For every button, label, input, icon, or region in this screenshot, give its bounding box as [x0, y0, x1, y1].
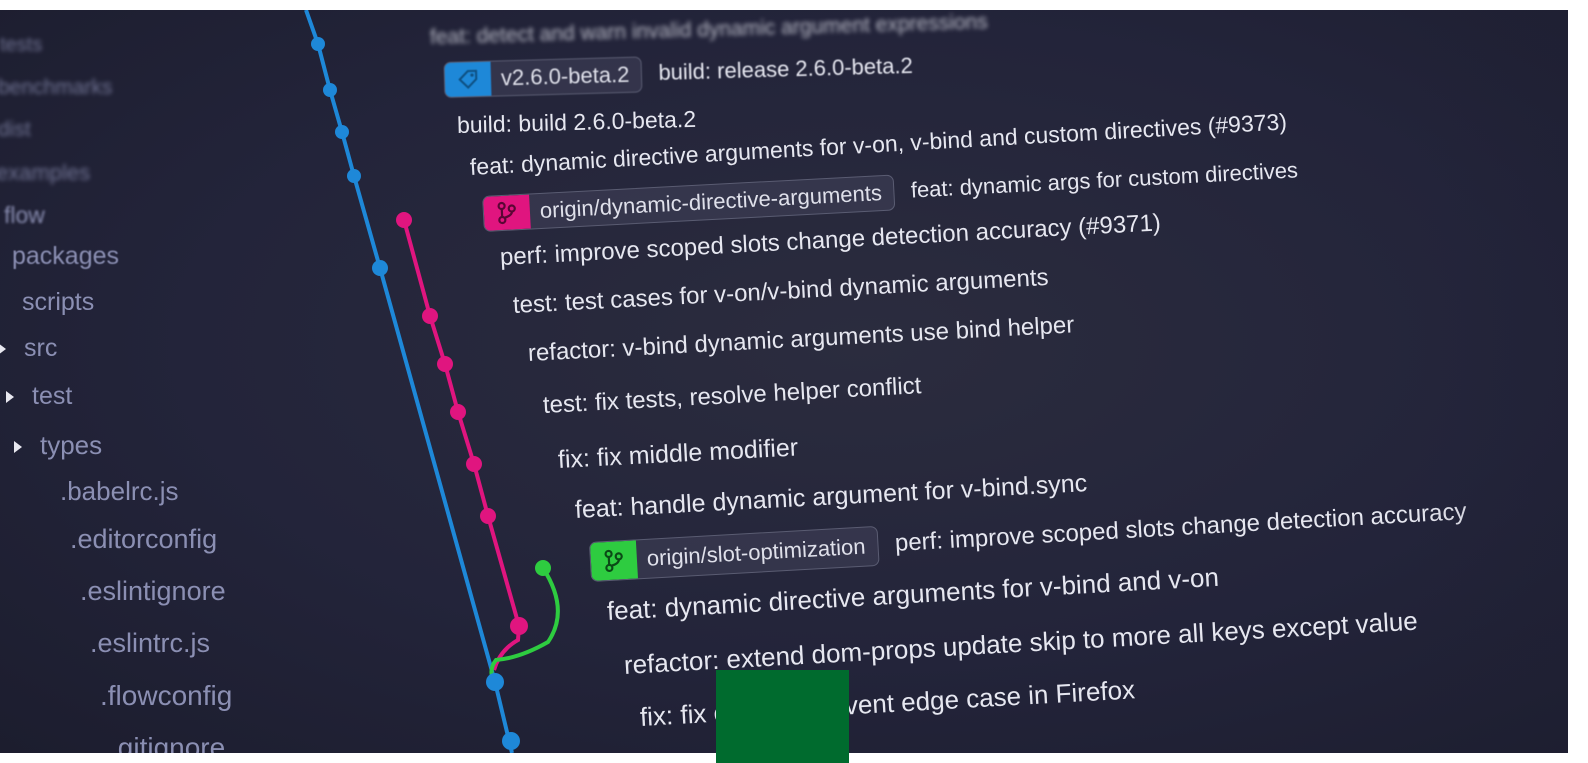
occluding-block — [716, 670, 849, 763]
commit-node[interactable] — [422, 308, 438, 324]
branch-line-dynamic-args — [402, 219, 522, 671]
commit-node[interactable] — [466, 456, 482, 472]
tag-label: v2.6.0-beta.2 — [500, 61, 630, 91]
git-history-view: tests benchmarks dist examples flow pack… — [0, 10, 1568, 753]
git-branch-icon — [483, 194, 531, 231]
tag-icon — [444, 61, 492, 97]
branch-label: origin/slot-optimization — [646, 533, 867, 571]
git-branch-icon — [589, 540, 638, 581]
commit-node[interactable] — [450, 404, 466, 420]
tag-badge[interactable]: v2.6.0-beta.2 — [443, 56, 643, 98]
commit-node[interactable] — [480, 508, 496, 524]
commit-node[interactable] — [372, 260, 388, 276]
commit-node[interactable] — [510, 617, 528, 635]
commit-node[interactable] — [535, 560, 551, 576]
commit-node[interactable] — [347, 169, 361, 183]
commit-node[interactable] — [437, 356, 453, 372]
commit-node[interactable] — [311, 37, 325, 51]
commit-node[interactable] — [396, 212, 412, 228]
commit-node[interactable] — [486, 673, 504, 691]
commit-node[interactable] — [335, 125, 349, 139]
commit-node[interactable] — [323, 83, 337, 97]
commit-node[interactable] — [502, 732, 520, 750]
